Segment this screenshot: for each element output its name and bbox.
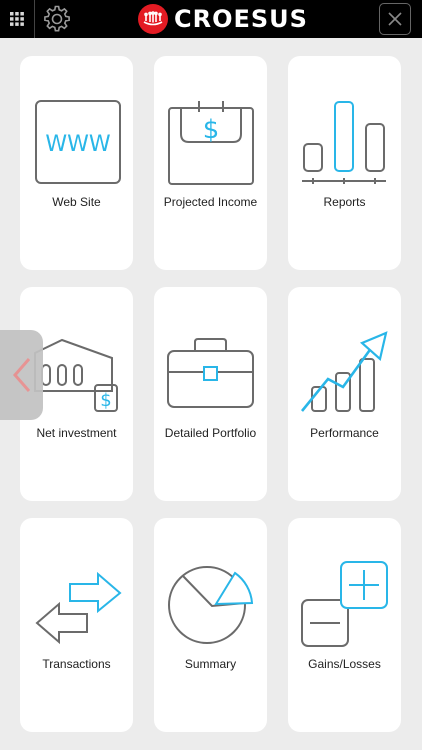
tile-label: Web Site <box>52 195 101 209</box>
feature-grid: WWW Web Site $ Projected Income Reports <box>20 56 401 732</box>
tile-label: Gains/Losses <box>308 657 381 671</box>
bar-chart-icon <box>302 101 386 184</box>
tile-label: Transactions <box>42 657 111 671</box>
dollar-sign-text: $ <box>100 390 111 411</box>
www-icon: WWW <box>35 100 121 184</box>
dollar-sign-text: $ <box>203 115 220 145</box>
tile-performance[interactable]: Performance <box>288 287 401 501</box>
grid-menu-button[interactable] <box>0 0 35 38</box>
briefcase-icon <box>167 338 254 408</box>
back-button[interactable] <box>0 330 43 420</box>
transfer-arrows-icon <box>35 571 122 645</box>
tile-reports[interactable]: Reports <box>288 56 401 270</box>
crown-logo-icon <box>138 4 168 34</box>
tile-transactions[interactable]: Transactions <box>20 518 133 732</box>
brand-name: CROESUS <box>174 5 308 33</box>
tile-projected-income[interactable]: $ Projected Income <box>154 56 267 270</box>
settings-button[interactable] <box>34 0 80 38</box>
tile-label: Detailed Portfolio <box>164 426 257 440</box>
growth-chart-icon <box>300 331 388 412</box>
close-icon <box>388 12 402 26</box>
top-bar: CROESUS <box>0 0 422 38</box>
close-button[interactable] <box>379 3 411 35</box>
chevron-left-icon <box>12 358 30 392</box>
www-icon-text: WWW <box>45 132 111 157</box>
brand: CROESUS <box>138 4 308 34</box>
grid-menu-icon <box>10 12 24 26</box>
tile-label: Reports <box>323 195 366 209</box>
pie-chart-icon <box>168 566 254 644</box>
tile-detailed-portfolio[interactable]: Detailed Portfolio <box>154 287 267 501</box>
tile-label: Net investment <box>36 426 117 440</box>
tile-label: Projected Income <box>163 195 258 209</box>
tile-gains-losses[interactable]: Gains/Losses <box>288 518 401 732</box>
tile-label: Summary <box>184 657 237 671</box>
calendar-dollar-icon: $ <box>168 101 254 185</box>
tile-summary[interactable]: Summary <box>154 518 267 732</box>
tile-label: Performance <box>310 426 379 440</box>
gear-icon <box>44 5 70 32</box>
plus-minus-icon <box>301 561 388 647</box>
tile-web-site[interactable]: WWW Web Site <box>20 56 133 270</box>
